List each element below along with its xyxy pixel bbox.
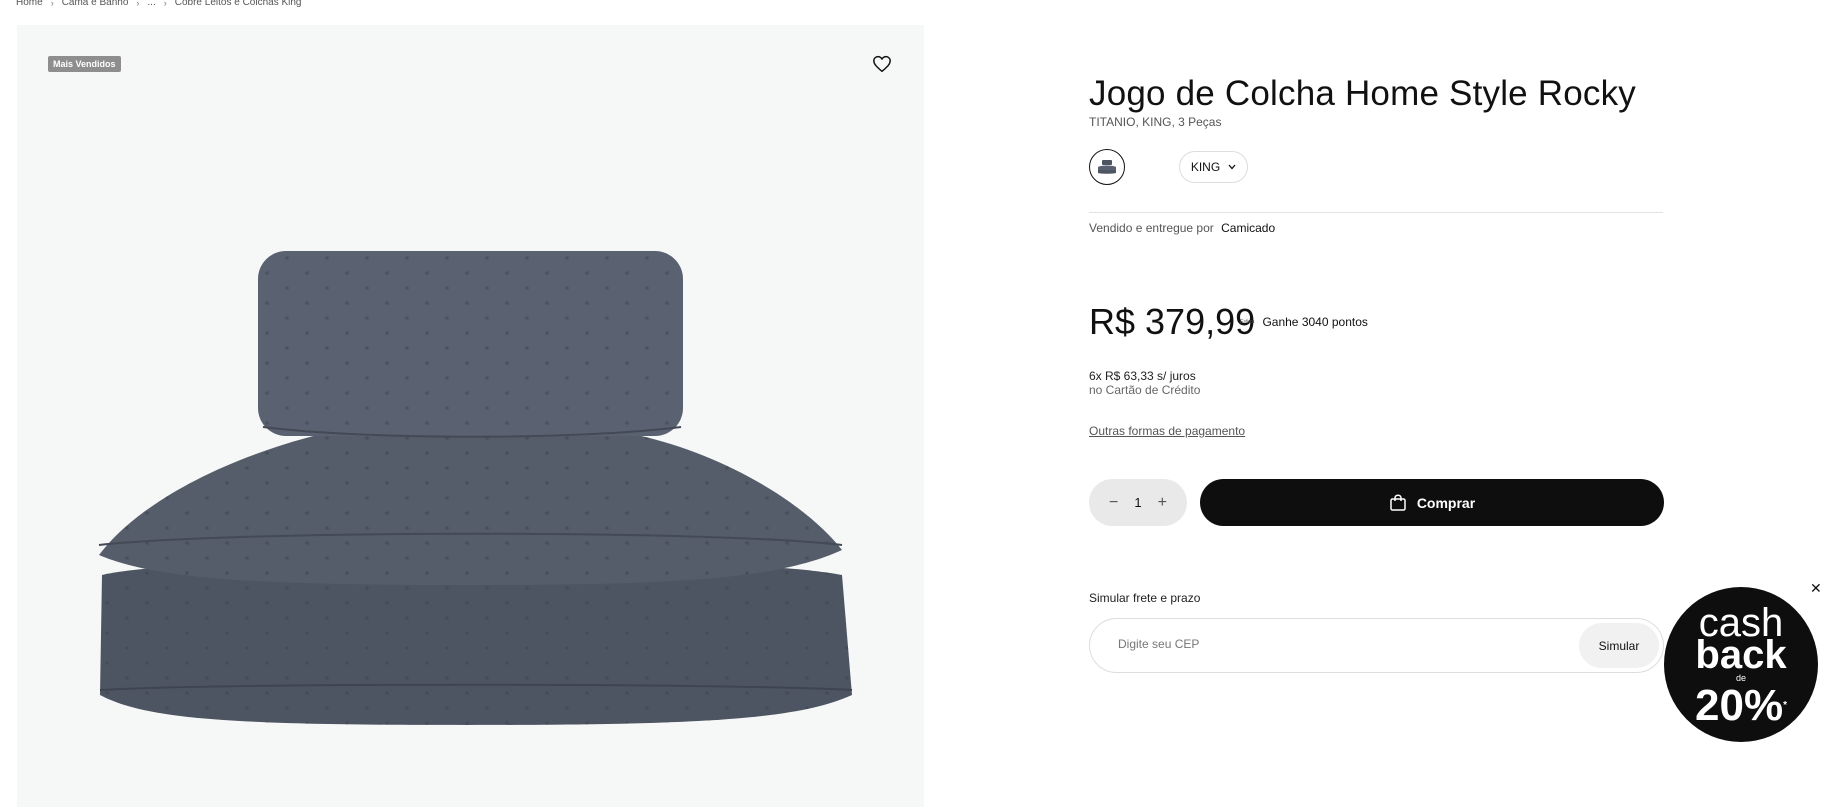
breadcrumb-ellipsis[interactable]: ... xyxy=(147,0,155,8)
shipping-label: Simular frete e prazo xyxy=(1089,591,1201,605)
plus-icon[interactable]: + xyxy=(1158,494,1167,512)
cashback-line4: 20%* xyxy=(1664,681,1818,731)
product-title: Jogo de Colcha Home Style Rocky xyxy=(1089,74,1637,113)
installments-value: 6x R$ 63,33 s/ juros xyxy=(1089,369,1196,383)
product-image[interactable] xyxy=(17,25,924,807)
seller-info: Vendido e entregue por Camicado xyxy=(1089,221,1275,235)
cashback-line2: back xyxy=(1695,633,1787,677)
cashback-percentage: 20% xyxy=(1695,681,1784,730)
product-gallery: Mais Vendidos xyxy=(17,25,924,807)
swatch-thumbnail-icon xyxy=(1098,160,1116,174)
quantity-stepper: − 1 + xyxy=(1089,479,1187,526)
loyalty-points: Esfera Ganhe 3040 pontos xyxy=(1240,315,1368,329)
installments-sub: no Cartão de Crédito xyxy=(1089,383,1201,397)
close-icon[interactable]: ✕ xyxy=(1810,580,1822,597)
loyalty-points-text: Ganhe 3040 pontos xyxy=(1262,315,1368,329)
simulate-button[interactable]: Simular xyxy=(1579,623,1659,668)
other-payments-link[interactable]: Outras formas de pagamento xyxy=(1089,424,1245,438)
shopping-bag-icon xyxy=(1390,493,1406,511)
chevron-down-icon xyxy=(1228,164,1236,170)
size-select[interactable]: KING xyxy=(1179,151,1248,183)
color-swatch-titanio[interactable] xyxy=(1089,149,1125,185)
size-select-value: KING xyxy=(1190,160,1221,174)
installments-info: 6x R$ 63,33 s/ juros no Cartão de Crédit… xyxy=(1089,369,1200,397)
buy-button[interactable]: Comprar xyxy=(1200,479,1664,526)
breadcrumb-current[interactable]: Cobre Leitos e Colchas King xyxy=(175,0,302,8)
buy-button-label: Comprar xyxy=(1416,494,1476,511)
seller-prefix: Vendido e entregue por xyxy=(1089,221,1214,235)
quantity-value[interactable]: 1 xyxy=(1134,495,1141,510)
seller-name[interactable]: Camicado xyxy=(1221,221,1275,235)
chevron-right-icon: › xyxy=(50,0,54,8)
chevron-right-icon: › xyxy=(163,0,167,8)
minus-icon[interactable]: − xyxy=(1109,494,1118,512)
product-price: R$ 379,99 xyxy=(1089,301,1256,342)
cashback-asterisk: * xyxy=(1783,700,1787,711)
product-variant-summary: TITANIO, KING, 3 Peças xyxy=(1089,115,1222,129)
chevron-right-icon: › xyxy=(136,0,140,8)
breadcrumb-home[interactable]: Home xyxy=(16,0,43,8)
esfera-logo-icon: Esfera xyxy=(1240,319,1255,325)
breadcrumb-cama-e-banho[interactable]: Cama e Banho xyxy=(62,0,129,8)
divider xyxy=(1089,212,1663,213)
cep-box: Simular xyxy=(1089,618,1664,673)
cashback-badge[interactable]: cash back de 20%* xyxy=(1664,587,1818,742)
breadcrumb: Home › Cama e Banho › ... › Cobre Leitos… xyxy=(16,0,302,8)
cep-input[interactable] xyxy=(1116,636,1540,652)
